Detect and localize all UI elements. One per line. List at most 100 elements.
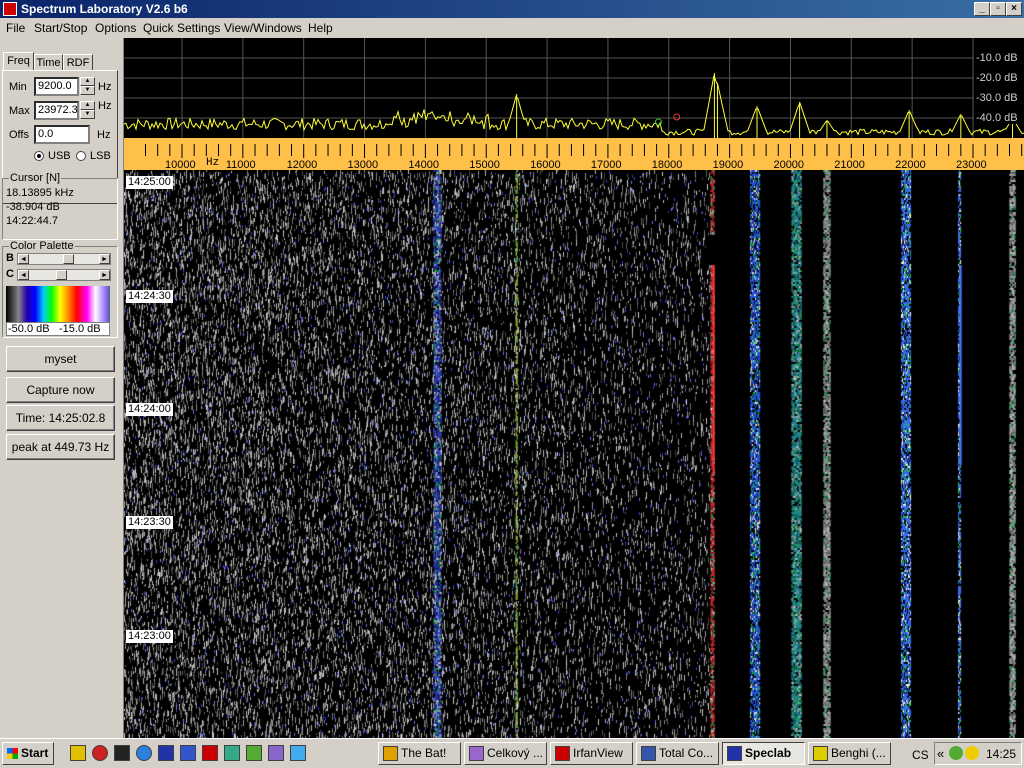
control-panel: Freq Time RDF Min 9200.0 ▲ ▼ Hz Max 23972…	[0, 38, 124, 738]
the-bat-icon	[383, 746, 398, 761]
minimize-button[interactable]: _	[974, 2, 990, 16]
language-indicator[interactable]: CS	[912, 748, 929, 762]
opera-icon[interactable]	[92, 745, 108, 761]
arrow-right-icon[interactable]: ►	[99, 270, 110, 280]
max-freq-field[interactable]: 23972.3	[34, 101, 79, 120]
quicklaunch-icon[interactable]	[268, 745, 284, 761]
menu-view-windows[interactable]: View/Windows	[224, 21, 302, 35]
tray-app-icon[interactable]	[949, 746, 963, 760]
db-label-40: -40.0 dB	[976, 112, 1018, 124]
max-unit: Hz	[98, 100, 112, 112]
task-label: Benghi (...	[831, 746, 886, 760]
task-irfanview[interactable]: IrfanView	[550, 742, 633, 765]
capture-now-button[interactable]: Capture now	[6, 377, 115, 403]
axis-unit: Hz	[206, 157, 220, 169]
frequency-tick-label: 23000	[956, 159, 987, 170]
frequency-tick-label: 17000	[591, 159, 622, 170]
offs-unit: Hz	[97, 129, 111, 141]
menu-start-stop[interactable]: Start/Stop	[34, 21, 87, 35]
task-the-bat[interactable]: The Bat!	[378, 742, 461, 765]
task-label: Total Co...	[659, 746, 714, 760]
smiley-icon[interactable]	[965, 746, 979, 760]
brightness-slider[interactable]: ◄ ►	[17, 253, 111, 265]
spectrum-plot	[123, 38, 1024, 138]
cursor-title: Cursor [N]	[9, 172, 62, 184]
menu-options[interactable]: Options	[95, 21, 136, 35]
task-total-commander[interactable]: Total Co...	[636, 742, 719, 765]
task-label: Speclab	[745, 746, 792, 760]
quicklaunch-icon[interactable]	[114, 745, 130, 761]
lsb-radio[interactable]	[76, 151, 86, 161]
frequency-tick-label: 21000	[834, 159, 865, 170]
tab-rdf[interactable]: RDF	[63, 54, 93, 71]
usb-radio[interactable]	[34, 151, 44, 161]
quicklaunch-icon[interactable]	[180, 745, 196, 761]
arrow-left-icon[interactable]: ◄	[18, 270, 29, 280]
frequency-tick-label: 20000	[773, 159, 804, 170]
max-freq-spinner[interactable]: ▲ ▼	[80, 101, 95, 120]
time-label: 14:23:30	[126, 516, 173, 529]
tab-time[interactable]: Time	[34, 54, 63, 71]
cursor-time: 14:22:44.7	[6, 215, 58, 227]
menu-bar: File Start/Stop Options Quick Settings V…	[0, 18, 1024, 38]
irfanview-icon[interactable]	[202, 745, 218, 761]
time-label: 14:23:00	[126, 630, 173, 643]
min-label: Min	[9, 81, 27, 93]
marker-green	[654, 118, 662, 126]
menu-help[interactable]: Help	[308, 21, 333, 35]
arrow-right-icon[interactable]: ►	[99, 254, 110, 264]
palette-title: Color Palette	[9, 240, 75, 252]
quicklaunch-icon[interactable]	[224, 745, 240, 761]
offs-label: Offs	[9, 129, 29, 141]
app-icon[interactable]	[3, 2, 17, 16]
min-freq-field[interactable]: 9200.0	[34, 77, 79, 96]
time-display-button[interactable]: Time: 14:25:02.8	[6, 405, 115, 431]
save-icon	[641, 746, 656, 761]
spectrum-graph[interactable]: -10.0 dB -20.0 dB -30.0 dB -40.0 dB	[123, 38, 1024, 138]
maximize-button[interactable]: ▫	[990, 2, 1006, 16]
tab-freq[interactable]: Freq	[3, 52, 34, 71]
clock[interactable]: 14:25	[986, 747, 1016, 761]
task-label: Celkový ...	[487, 746, 544, 760]
frequency-tick-label: 11000	[226, 159, 256, 170]
frequency-tick-label: 12000	[287, 159, 318, 170]
time-label: 14:24:00	[126, 403, 173, 416]
brightness-thumb[interactable]	[62, 254, 74, 264]
menu-file[interactable]: File	[6, 21, 25, 35]
quicklaunch-icon[interactable]	[246, 745, 262, 761]
frequency-tick-label: 14000	[408, 159, 439, 170]
quicklaunch-icon[interactable]	[70, 745, 86, 761]
min-unit: Hz	[98, 81, 112, 93]
task-celkovy[interactable]: Celkový ...	[464, 742, 547, 765]
frequency-axis[interactable]: 10000 11000 12000 13000 14000 15000 16000 17000…	[124, 138, 1024, 171]
close-button[interactable]: ×	[1006, 2, 1022, 16]
frequency-tick-label: 16000	[530, 159, 561, 170]
save-icon[interactable]	[158, 745, 174, 761]
start-button[interactable]: Start	[2, 742, 54, 765]
palette-max-db: -15.0 dB	[59, 323, 101, 335]
arrow-left-icon[interactable]: ◄	[18, 254, 29, 264]
max-label: Max	[9, 105, 30, 117]
frequency-tick-label: 18000	[652, 159, 683, 170]
waterfall-display[interactable]: 14:25:00 14:24:30 14:24:00 14:23:30 14:2…	[124, 170, 1024, 738]
cursor-marker	[673, 113, 681, 121]
task-label: The Bat!	[401, 746, 447, 760]
contrast-thumb[interactable]	[56, 270, 68, 280]
internet-explorer-icon[interactable]	[136, 745, 152, 761]
min-freq-spinner[interactable]: ▲ ▼	[80, 77, 95, 96]
task-speclab[interactable]: Speclab	[722, 742, 805, 765]
frequency-tick-label: 13000	[348, 159, 379, 170]
myset-button[interactable]: myset	[6, 346, 115, 372]
offset-field[interactable]: 0.0	[34, 125, 90, 144]
task-benghi[interactable]: Benghi (...	[808, 742, 891, 765]
peak-display-button[interactable]: peak at 449.73 Hz	[6, 434, 115, 460]
palette-range: -50.0 dB -15.0 dB	[6, 322, 110, 336]
tray-expand-icon[interactable]: «	[937, 746, 944, 761]
menu-quick-settings[interactable]: Quick Settings	[143, 21, 220, 35]
color-palette-bar[interactable]	[6, 286, 110, 322]
contrast-slider[interactable]: ◄ ►	[17, 269, 111, 281]
cursor-level: -38.904 dB	[6, 201, 60, 213]
speclab-icon	[727, 746, 742, 761]
quicklaunch-icon[interactable]	[290, 745, 306, 761]
time-label: 14:24:30	[126, 290, 173, 303]
